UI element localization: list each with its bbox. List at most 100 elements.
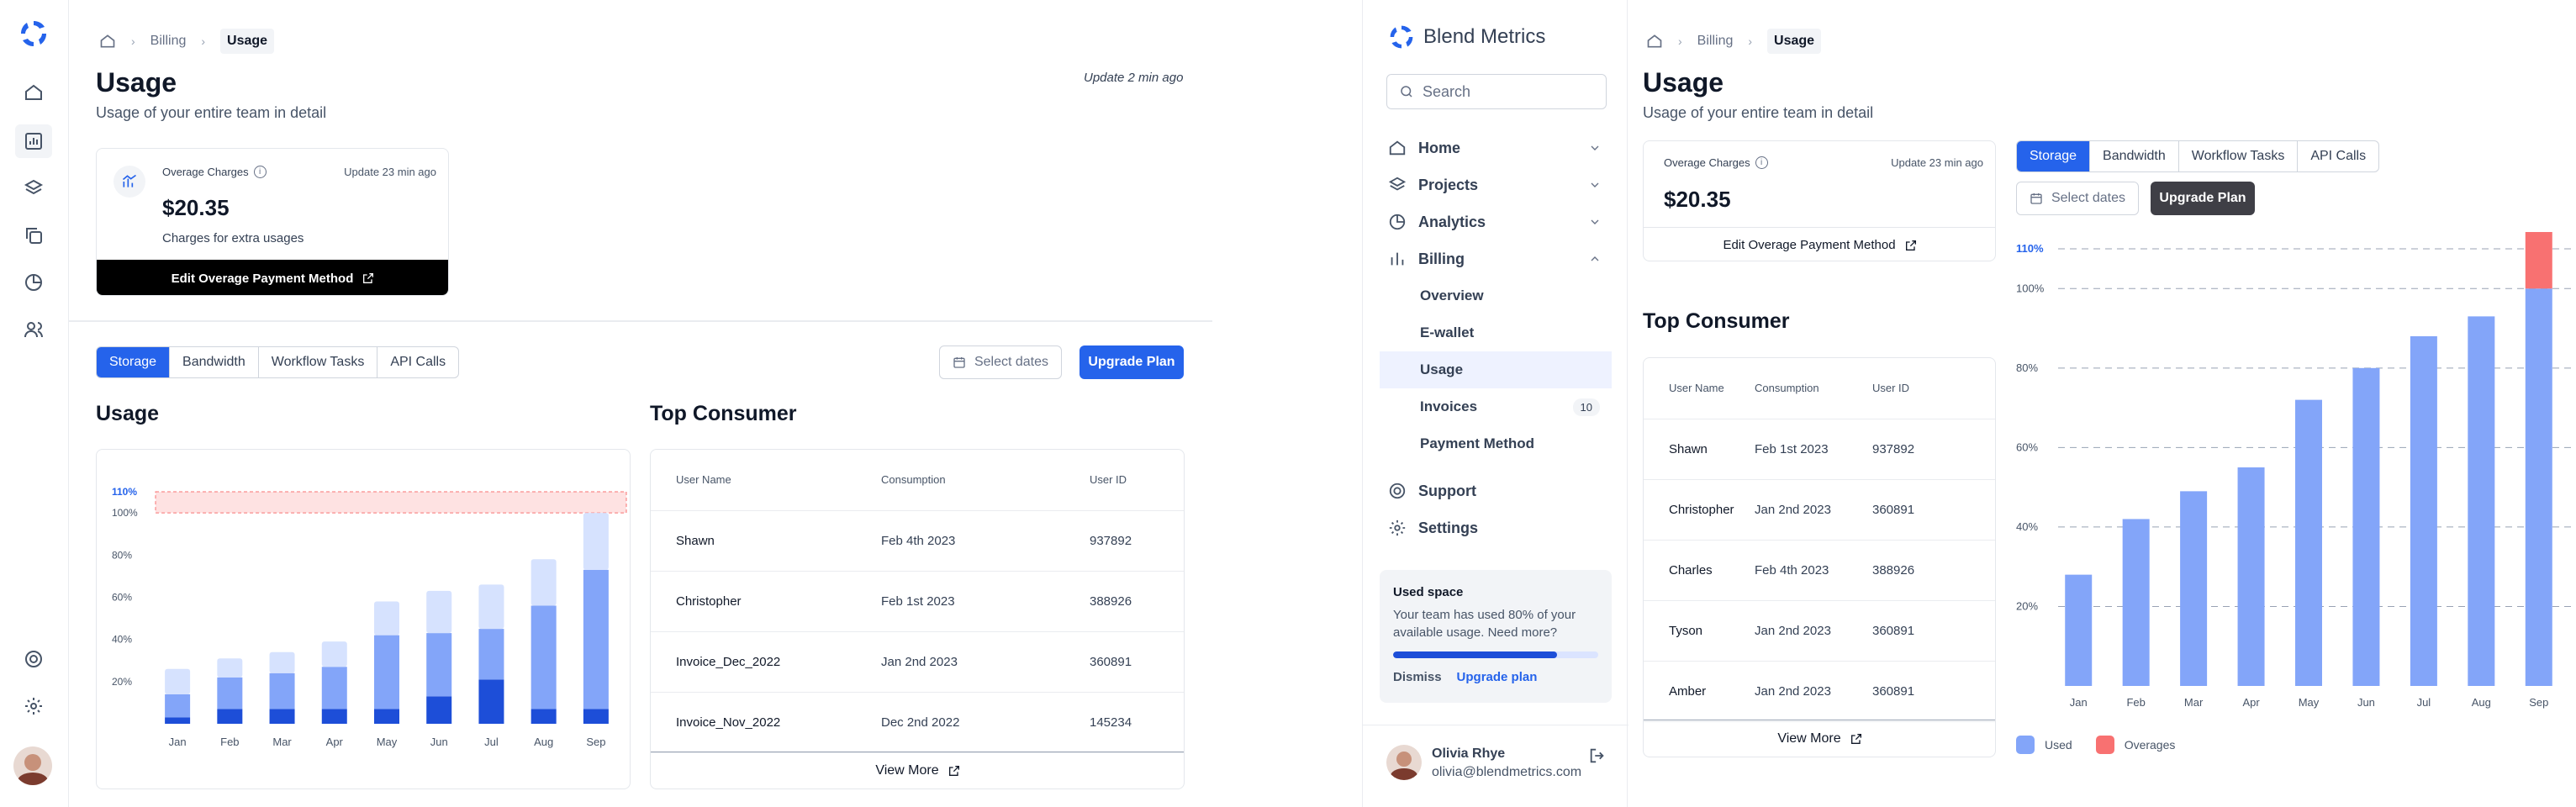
page-subtitle-right: Usage of your entire team in detail xyxy=(1643,104,1874,121)
home-icon[interactable] xyxy=(99,33,116,50)
usage-chart-right: 110% 100% 80% 60% 40% 20% Jan Feb Mar Apr May Jun Ju… xyxy=(2016,232,2576,709)
divider xyxy=(69,320,1212,322)
page-title: Usage xyxy=(96,67,177,98)
x-tick-label: Mar xyxy=(2184,696,2204,709)
sidebar-item-settings[interactable]: Settings xyxy=(1380,509,1612,546)
breadcrumb-usage[interactable]: Usage xyxy=(1767,29,1822,54)
overage-amount: $20.35 xyxy=(1664,187,1731,212)
gear-icon[interactable] xyxy=(24,696,44,716)
users-icon[interactable] xyxy=(24,319,44,340)
table-row[interactable]: Shawn Feb 4th 2023 937892 xyxy=(651,510,1184,572)
used-space-progress xyxy=(1393,651,1598,658)
tab-storage[interactable]: Storage xyxy=(2017,141,2091,171)
pie-icon[interactable] xyxy=(24,272,44,293)
breadcrumb-billing[interactable]: Billing xyxy=(1697,34,1734,49)
sidebar-item-home[interactable]: Home xyxy=(1380,129,1612,166)
breadcrumb-right: › Billing › Usage xyxy=(1646,29,1822,54)
edit-payment-button[interactable]: Edit Overage Payment Method xyxy=(97,260,448,295)
home-icon[interactable] xyxy=(1646,33,1663,50)
x-tick-label: Sep xyxy=(586,736,605,748)
chevron-right-icon: › xyxy=(1748,34,1753,48)
view-more-button[interactable]: View More xyxy=(651,752,1184,789)
bar-segment xyxy=(321,641,347,667)
bar-segment xyxy=(269,672,295,709)
tab-bandwidth[interactable]: Bandwidth xyxy=(2090,141,2179,171)
layers-icon[interactable] xyxy=(24,178,44,198)
home-icon[interactable] xyxy=(24,82,44,103)
bar-used xyxy=(2237,467,2265,686)
sidebar-subitem-ewallet[interactable]: E-wallet xyxy=(1380,314,1612,351)
upgrade-plan-button[interactable]: Upgrade Plan xyxy=(1079,345,1184,379)
y-tick-label: 40% xyxy=(2016,520,2038,533)
breadcrumb: › Billing › Usage xyxy=(99,29,275,54)
table-row[interactable]: Amber Jan 2nd 2023 360891 xyxy=(1644,661,1995,722)
support-icon[interactable] xyxy=(24,649,44,669)
chevron-right-icon: › xyxy=(131,34,135,48)
logout-icon[interactable] xyxy=(1588,746,1607,765)
sidebar-item-billing[interactable]: Billing xyxy=(1380,240,1612,277)
bar-used xyxy=(2410,336,2437,686)
y-tick-label: 110% xyxy=(112,486,137,498)
legend-used[interactable]: Used xyxy=(2016,736,2072,754)
tab-workflow-tasks[interactable]: Workflow Tasks xyxy=(259,347,378,377)
breadcrumb-billing[interactable]: Billing xyxy=(150,34,187,49)
edit-payment-button[interactable]: Edit Overage Payment Method xyxy=(1644,227,1995,261)
tab-bandwidth[interactable]: Bandwidth xyxy=(170,347,259,377)
sidebar-subitem-overview[interactable]: Overview xyxy=(1380,277,1612,314)
info-icon[interactable]: i xyxy=(1755,156,1768,169)
bar-segment xyxy=(478,679,504,724)
calendar-icon xyxy=(953,356,966,369)
search-field[interactable]: Search xyxy=(1386,74,1607,109)
legend-overages[interactable]: Overages xyxy=(2095,736,2175,754)
x-tick-label: Aug xyxy=(2472,696,2491,709)
table-row[interactable]: Invoice_Dec_2022 Jan 2nd 2023 360891 xyxy=(651,631,1184,693)
sidebar-subitem-payment-method[interactable]: Payment Method xyxy=(1380,425,1612,462)
tab-api-calls[interactable]: API Calls xyxy=(2298,141,2378,171)
bar-segment xyxy=(165,668,191,694)
select-dates-button[interactable]: Select dates xyxy=(939,345,1062,379)
bar-used xyxy=(2065,574,2093,686)
metric-tabs-right: Storage Bandwidth Workflow Tasks API Cal… xyxy=(2016,140,2380,172)
dismiss-button[interactable]: Dismiss xyxy=(1393,670,1442,684)
bar-used xyxy=(2525,288,2552,686)
search-input[interactable]: Search xyxy=(1423,83,1470,101)
bar-segment xyxy=(531,709,557,724)
nav-list: Home Projects Analytics Billing Overview… xyxy=(1380,129,1612,546)
table-row[interactable]: Tyson Jan 2nd 2023 360891 xyxy=(1644,600,1995,662)
avatar[interactable] xyxy=(13,746,52,785)
sidebar-item-projects[interactable]: Projects xyxy=(1380,166,1612,203)
avatar[interactable] xyxy=(1386,745,1422,780)
table-header: User Name Consumption User ID xyxy=(1644,358,1995,419)
x-tick-label: Sep xyxy=(2529,696,2548,709)
tab-api-calls[interactable]: API Calls xyxy=(377,347,458,377)
sidebar-subitem-invoices[interactable]: Invoices 10 xyxy=(1380,388,1612,425)
table-row[interactable]: Shawn Feb 1st 2023 937892 xyxy=(1644,419,1995,480)
table-row[interactable]: Charles Feb 4th 2023 388926 xyxy=(1644,540,1995,601)
metric-tabs: Storage Bandwidth Workflow Tasks API Cal… xyxy=(96,346,460,378)
used-space-title: Used space xyxy=(1393,585,1464,599)
chart-icon[interactable] xyxy=(15,124,52,158)
tab-workflow-tasks[interactable]: Workflow Tasks xyxy=(2179,141,2299,171)
brand[interactable]: Blend Metrics xyxy=(1388,24,1545,50)
x-tick-label: Apr xyxy=(2242,696,2260,709)
copy-icon[interactable] xyxy=(24,225,44,245)
view-more-button[interactable]: View More xyxy=(1644,720,1995,757)
sidebar-item-analytics[interactable]: Analytics xyxy=(1380,203,1612,240)
external-link-icon xyxy=(948,764,961,778)
info-icon[interactable]: i xyxy=(253,166,267,178)
bar-overage xyxy=(2525,232,2552,289)
table-row[interactable]: Christopher Feb 1st 2023 388926 xyxy=(651,571,1184,632)
sidebar-subitem-usage[interactable]: Usage xyxy=(1380,351,1612,388)
select-dates-button[interactable]: Select dates xyxy=(2016,182,2139,215)
table-row[interactable]: Invoice_Nov_2022 Dec 2nd 2022 145234 xyxy=(651,692,1184,753)
logo-icon[interactable] xyxy=(18,18,49,49)
upgrade-plan-link[interactable]: Upgrade plan xyxy=(1457,670,1538,684)
upgrade-plan-button[interactable]: Upgrade Plan xyxy=(2151,182,2255,215)
table-row[interactable]: Christopher Jan 2nd 2023 360891 xyxy=(1644,479,1995,541)
tab-storage[interactable]: Storage xyxy=(97,347,171,377)
sidebar-item-support[interactable]: Support xyxy=(1380,472,1612,509)
x-tick-label: May xyxy=(2299,696,2320,709)
used-space-progress-fill xyxy=(1393,651,1558,658)
breadcrumb-usage[interactable]: Usage xyxy=(220,29,275,54)
chart-legend: Used Overages xyxy=(2016,736,2175,754)
